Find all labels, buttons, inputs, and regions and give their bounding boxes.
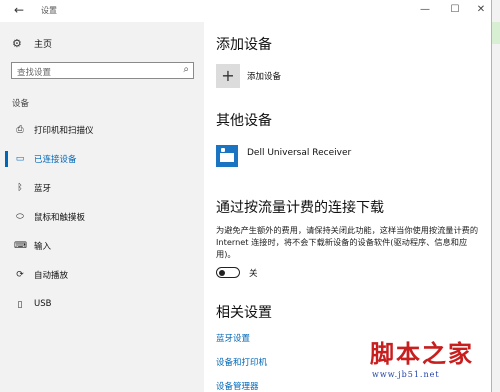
- title-bar: ← 设置 — ☐ ✕: [0, 0, 491, 22]
- device-name[interactable]: Dell Universal Receiver: [247, 148, 351, 158]
- device-manager-link[interactable]: 设备管理器: [216, 380, 259, 392]
- watermark-brand: 脚本之家: [370, 339, 474, 368]
- home-label: 主页: [34, 39, 53, 50]
- printer-icon: ⎙: [16, 125, 24, 135]
- section-label: 设备: [12, 99, 30, 109]
- sidebar-item-label: 蓝牙: [34, 184, 52, 194]
- sidebar: ⚙ 主页 查找设置 ⌕ 设备 ⎙ 打印机和扫描仪 ▭ 已连接设备 ᛒ 蓝牙 ⬭ 鼠标和触摸板 ⌨…: [0, 22, 204, 392]
- selection-indicator: [5, 151, 8, 167]
- mouse-icon: ⬭: [16, 212, 24, 222]
- watermark-url: www.jb51.net: [372, 370, 440, 379]
- sidebar-item-label: USB: [34, 299, 52, 309]
- bluetooth-icon: ᛒ: [17, 183, 23, 193]
- toggle-state-label: 关: [249, 269, 258, 279]
- sidebar-item-label: 自动播放: [34, 271, 69, 281]
- related-settings-heading: 相关设置: [216, 305, 272, 321]
- keyboard-icon: ⌨: [14, 241, 27, 251]
- sidebar-item-3[interactable]: ⬭ 鼠标和触摸板: [0, 207, 204, 227]
- sidebar-item-label: 已连接设备: [34, 155, 77, 165]
- search-icon[interactable]: ⌕: [183, 64, 189, 75]
- search-placeholder: 查找设置: [17, 68, 52, 78]
- sidebar-item-4[interactable]: ⌨ 输入: [0, 236, 204, 256]
- toggle-knob: [219, 269, 225, 276]
- metered-heading: 通过按流量计费的连接下载: [216, 200, 384, 216]
- sidebar-item-0[interactable]: ⎙ 打印机和扫描仪: [0, 120, 204, 140]
- sidebar-item-2[interactable]: ᛒ 蓝牙: [0, 178, 204, 198]
- sidebar-item-label: 打印机和扫描仪: [34, 126, 94, 136]
- background-strip: [492, 0, 500, 392]
- sidebar-item-1[interactable]: ▭ 已连接设备: [0, 149, 204, 169]
- minimize-icon[interactable]: —: [418, 3, 432, 17]
- sidebar-item-6[interactable]: ▯ USB: [0, 295, 204, 315]
- watermark: 脚本之家 www.jb51.net: [370, 334, 474, 379]
- metered-toggle[interactable]: [216, 267, 240, 278]
- metered-description: 为避免产生额外的费用，请保持关闭此功能，这样当你使用按流量计费的 Interne…: [216, 225, 479, 259]
- close-icon[interactable]: ✕: [474, 3, 488, 17]
- window-title: 设置: [41, 6, 57, 15]
- other-devices-heading: 其他设备: [216, 113, 272, 129]
- add-device-heading: 添加设备: [216, 37, 272, 53]
- sidebar-item-5[interactable]: ⟳ 自动播放: [0, 265, 204, 285]
- autoplay-icon: ⟳: [16, 270, 24, 280]
- maximize-icon[interactable]: ☐: [448, 3, 462, 17]
- add-device-button[interactable]: 添加设备: [247, 70, 281, 82]
- devices-printers-link[interactable]: 设备和打印机: [216, 356, 267, 368]
- bluetooth-settings-link[interactable]: 蓝牙设置: [216, 332, 250, 344]
- home-nav-item[interactable]: ⚙ 主页: [12, 36, 52, 50]
- sidebar-item-label: 鼠标和触摸板: [34, 213, 86, 223]
- sidebar-item-label: 输入: [34, 242, 52, 252]
- back-arrow-icon[interactable]: ←: [14, 3, 24, 17]
- usb-icon: ▯: [17, 300, 23, 310]
- gear-icon: ⚙: [12, 36, 22, 50]
- search-input[interactable]: 查找设置 ⌕: [11, 62, 194, 79]
- connected-devices-icon: ▭: [15, 154, 25, 164]
- keyboard-device-icon: [216, 145, 238, 167]
- plus-icon[interactable]: +: [216, 64, 240, 88]
